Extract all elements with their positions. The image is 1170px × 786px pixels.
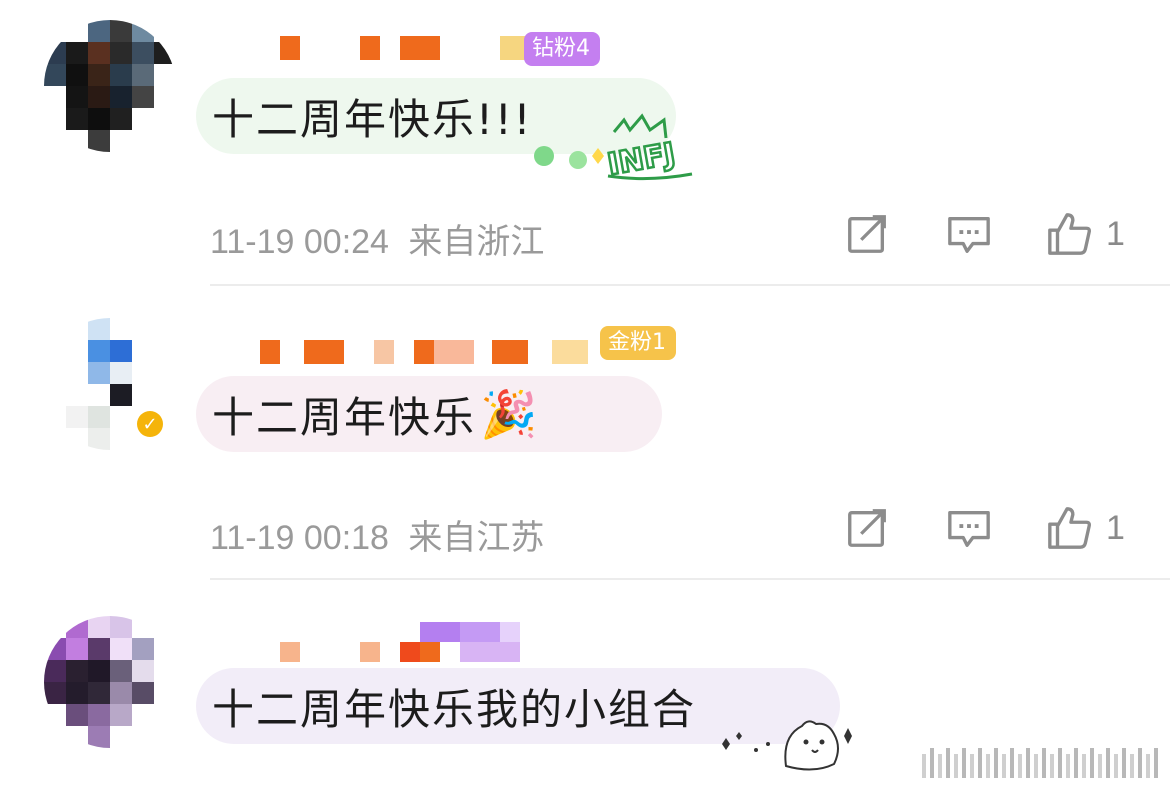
avatar[interactable] bbox=[44, 20, 176, 152]
repost-button[interactable] bbox=[844, 210, 890, 258]
username[interactable] bbox=[230, 618, 520, 666]
username-mosaic bbox=[230, 36, 526, 60]
username-mosaic bbox=[230, 622, 520, 662]
action-bar: 1 bbox=[0, 504, 1170, 552]
comment-button[interactable] bbox=[946, 210, 992, 258]
comment-bubble[interactable]: 十二周年快乐 🎉 bbox=[196, 376, 662, 452]
comment-text: 十二周年快乐 bbox=[212, 392, 477, 442]
like-button[interactable]: 1 bbox=[1046, 210, 1125, 258]
bear-sticker bbox=[712, 714, 862, 778]
like-count: 1 bbox=[1106, 214, 1125, 253]
verified-check-icon: ✓ bbox=[137, 411, 163, 437]
repost-icon bbox=[848, 215, 886, 253]
verified-badge: ✓ bbox=[134, 408, 166, 440]
like-button[interactable]: 1 bbox=[1046, 504, 1125, 552]
infj-sticker: INFJ bbox=[528, 112, 698, 188]
thumbs-up-icon bbox=[1048, 507, 1091, 549]
watermark bbox=[922, 748, 1158, 778]
comment-text: 十二周年快乐!!! bbox=[212, 94, 533, 144]
fan-badge[interactable]: 钻粉4 bbox=[524, 32, 600, 66]
like-count: 1 bbox=[1106, 508, 1125, 547]
comment-icon bbox=[948, 216, 990, 253]
repost-icon bbox=[848, 509, 886, 547]
username-mosaic bbox=[230, 340, 588, 364]
avatar[interactable] bbox=[44, 616, 176, 748]
action-bar: 1 bbox=[0, 210, 1170, 258]
username[interactable] bbox=[230, 24, 526, 72]
repost-button[interactable] bbox=[844, 504, 890, 552]
fan-badge-label: 金粉1 bbox=[608, 330, 666, 355]
comment-item: 钻粉4 十二周年快乐!!! INFJ 11-19 00:24 来自浙江 1 bbox=[0, 0, 1170, 286]
comment-button[interactable] bbox=[946, 504, 992, 552]
fan-badge[interactable]: 金粉1 bbox=[600, 326, 676, 360]
username[interactable] bbox=[230, 328, 588, 376]
comment-text: 十二周年快乐我的小组合 bbox=[212, 684, 697, 734]
comment-item: ✓ 金粉1 十二周年快乐 🎉 11-19 00:18 来自江苏 1 bbox=[0, 286, 1170, 580]
party-popper-emoji: 🎉 bbox=[480, 386, 540, 441]
thumbs-up-icon bbox=[1048, 213, 1091, 255]
comment-icon bbox=[948, 510, 990, 547]
fan-badge-label: 钻粉4 bbox=[532, 36, 590, 61]
